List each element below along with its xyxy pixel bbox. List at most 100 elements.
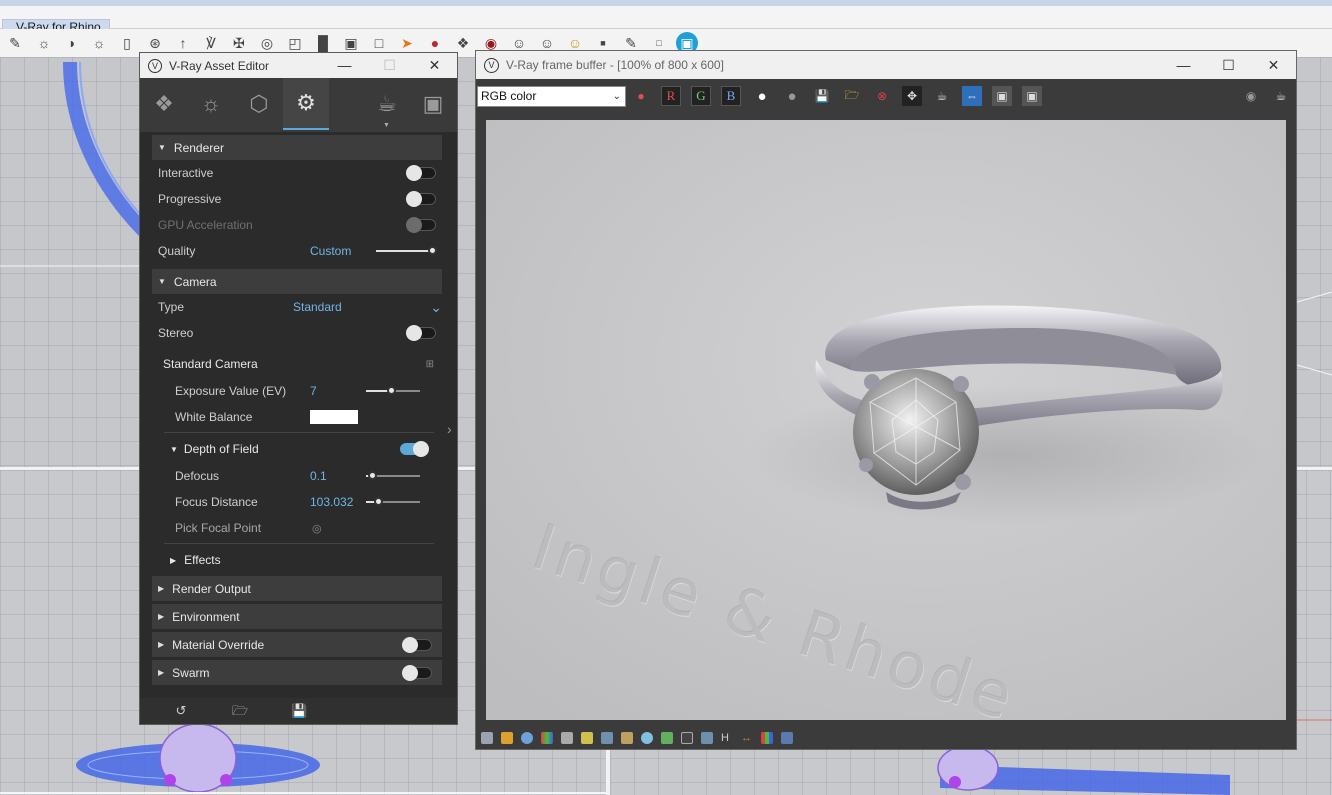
material-override-toggle[interactable] — [402, 636, 432, 653]
interactive-toggle[interactable] — [406, 165, 436, 181]
mono-channel-icon[interactable]: ● — [782, 86, 802, 106]
tab-materials[interactable]: ❖ — [141, 78, 187, 130]
dome-light-icon[interactable]: ◑ — [60, 32, 82, 54]
histogram-icon[interactable]: H — [721, 732, 733, 744]
tab-settings[interactable]: ⚙ — [283, 78, 329, 130]
curves-icon[interactable] — [601, 732, 613, 744]
undo-icon[interactable]: ↺ — [173, 703, 189, 719]
material-override-section-header[interactable]: ▶ Material Override — [152, 632, 442, 657]
history-icon[interactable]: ▣ — [992, 86, 1012, 106]
tab-geometry[interactable]: ⬡ — [236, 78, 282, 130]
green-channel-button[interactable]: G — [691, 86, 711, 106]
defocus-slider[interactable] — [366, 471, 420, 480]
red-channel-button[interactable]: R — [661, 86, 681, 106]
spot-light-icon[interactable]: █ — [312, 32, 334, 54]
render-dropdown-icon[interactable]: ▼ — [383, 122, 390, 129]
render-teapot-icon[interactable]: ☕ — [932, 86, 952, 106]
save-icon[interactable]: 💾 — [291, 703, 307, 719]
side-panel-expand-icon[interactable]: › — [447, 421, 452, 437]
omni-light-icon[interactable]: ☼ — [88, 32, 110, 54]
ocio-icon[interactable] — [701, 732, 713, 744]
levels-icon[interactable] — [581, 732, 593, 744]
start-render-icon[interactable]: ☕ — [1271, 86, 1291, 106]
effects-label: Effects — [184, 553, 221, 567]
fur-icon[interactable]: ℣ — [200, 32, 222, 54]
open-image-icon[interactable]: 🗁 — [842, 86, 862, 106]
focus-distance-slider[interactable] — [366, 497, 420, 506]
mesh-light-icon[interactable]: ◎ — [256, 32, 278, 54]
divider — [164, 432, 434, 433]
collapse-arrow-icon: ▶ — [158, 612, 165, 621]
alpha-channel-icon[interactable]: ● — [752, 86, 772, 106]
quality-slider[interactable] — [376, 246, 437, 255]
hsl-icon[interactable] — [561, 732, 573, 744]
close-button[interactable]: ✕ — [412, 53, 457, 78]
quality-value[interactable]: Custom — [310, 244, 351, 258]
depth-of-field-toggle[interactable] — [400, 441, 429, 457]
tab-frame-buffer[interactable]: ▣ — [410, 78, 456, 130]
compare-icon[interactable]: ⇔ — [962, 86, 982, 106]
clipper-icon[interactable]: ✠ — [228, 32, 250, 54]
channels-icon[interactable]: ● — [631, 86, 651, 106]
region-render-icon[interactable]: ✥ — [902, 86, 922, 106]
effects-header[interactable]: ▶ Effects — [152, 546, 442, 574]
proxy-icon[interactable]: ⊛ — [144, 32, 166, 54]
clear-image-icon[interactable]: ⊗ — [872, 86, 892, 106]
pin-icon[interactable]: ⊞ — [426, 359, 434, 370]
rendered-image[interactable]: Ingle & Rhode — [486, 120, 1286, 720]
tab-lights[interactable]: ☼ — [188, 78, 234, 130]
rect-light-icon[interactable]: ▣ — [340, 32, 362, 54]
exposure-slider[interactable] — [366, 386, 420, 395]
save-image-icon[interactable]: 💾 — [812, 86, 832, 106]
white-balance-icon[interactable] — [641, 732, 653, 744]
batch-render-icon[interactable]: ❖ — [452, 32, 474, 54]
frame-buffer-titlebar[interactable]: V V-Ray frame buffer - [100% of 800 x 60… — [476, 51, 1296, 79]
close-button[interactable]: ✕ — [1251, 53, 1296, 78]
blue-channel-button[interactable]: B — [721, 86, 741, 106]
interactive-render-icon[interactable]: ● — [424, 32, 446, 54]
render-output-section-header[interactable]: ▶ Render Output — [152, 576, 442, 601]
ies-light-icon[interactable]: ◰ — [284, 32, 306, 54]
stop-render-icon[interactable]: ◉ — [1241, 86, 1261, 106]
asset-editor-titlebar[interactable]: V V-Ray Asset Editor — ☐ ✕ — [140, 53, 457, 78]
minimize-button[interactable]: — — [1161, 53, 1206, 78]
sun-light-icon[interactable]: ☼ — [33, 32, 55, 54]
track-mouse-icon[interactable] — [481, 732, 493, 744]
expand-arrow-icon: ▼ — [158, 143, 166, 152]
lut-icon[interactable] — [681, 732, 693, 744]
frame-icon[interactable]: □ — [368, 32, 390, 54]
pick-focal-point-label: Pick Focal Point — [175, 521, 262, 535]
target-icon[interactable]: ◎ — [312, 522, 322, 535]
copy-icon[interactable] — [501, 732, 513, 744]
progressive-toggle[interactable] — [406, 191, 436, 207]
open-folder-icon[interactable]: 🗁 — [232, 703, 248, 719]
info-icon[interactable] — [521, 732, 533, 744]
defocus-field[interactable]: 0.1 — [310, 469, 327, 483]
render-arrow-icon[interactable]: ➤ — [396, 32, 418, 54]
background-icon[interactable] — [661, 732, 673, 744]
export-proxy-icon[interactable]: ↑ — [172, 32, 194, 54]
environment-section-header[interactable]: ▶ Environment — [152, 604, 442, 629]
color-correction-icon[interactable] — [541, 732, 553, 744]
minimize-button[interactable]: — — [322, 53, 367, 78]
focus-distance-field[interactable]: 103.032 — [310, 495, 353, 509]
vray-toolbar-icon[interactable]: ✎ — [4, 32, 26, 54]
camera-section-header[interactable]: ▼ Camera — [152, 269, 442, 294]
channel-select[interactable]: RGB color ⌄ — [477, 86, 626, 107]
white-balance-swatch[interactable] — [310, 410, 358, 424]
lens-effects-icon[interactable]: ▣ — [1022, 86, 1042, 106]
chevron-down-icon[interactable]: ⌄ — [430, 299, 442, 316]
maximize-button[interactable]: ☐ — [1206, 53, 1251, 78]
swarm-toggle[interactable] — [402, 664, 432, 681]
stereo-toggle[interactable] — [406, 325, 436, 341]
swarm-section-header[interactable]: ▶ Swarm — [152, 660, 442, 685]
settings-icon[interactable] — [781, 732, 793, 744]
camera-type-dropdown[interactable]: Standard — [293, 300, 342, 314]
exposure-value-field[interactable]: 7 — [310, 384, 317, 398]
plane-icon[interactable]: ▯ — [116, 32, 138, 54]
depth-of-field-header[interactable]: ▼ Depth of Field — [152, 435, 442, 463]
renderer-section-header[interactable]: ▼ Renderer — [152, 135, 442, 160]
lens-icon[interactable]: ↔ — [741, 732, 753, 744]
exposure-icon[interactable] — [621, 732, 633, 744]
rgb-icon[interactable] — [761, 732, 773, 744]
